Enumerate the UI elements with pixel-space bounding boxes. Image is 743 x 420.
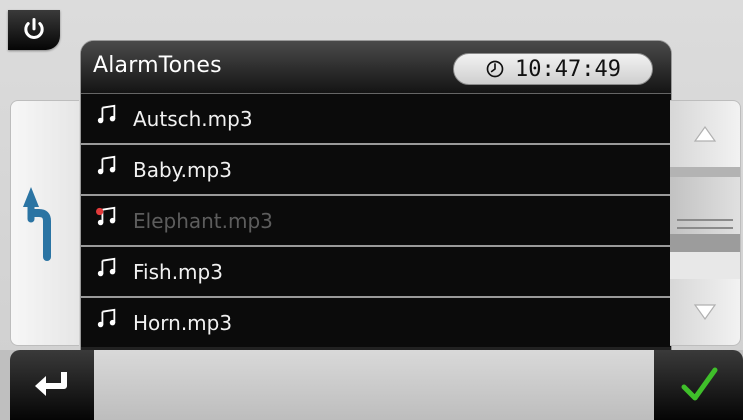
bottom-bar (0, 350, 743, 420)
scroll-up-button[interactable] (670, 101, 740, 167)
music-note-icon (97, 257, 116, 277)
scroll-down-button[interactable] (670, 279, 740, 345)
clock-display: 10:47:49 (453, 53, 653, 85)
page-title: AlarmTones (93, 53, 222, 78)
scrollbar (670, 100, 741, 346)
scroll-grip-icon (677, 219, 733, 229)
triangle-down-icon (693, 304, 717, 321)
scroll-track[interactable] (670, 167, 740, 279)
list-header: AlarmTones 10:47:49 (81, 41, 671, 94)
music-note-icon (97, 155, 116, 175)
enter-button[interactable] (10, 350, 94, 420)
bottom-strip (94, 350, 654, 420)
back-up-arrow-icon[interactable] (21, 181, 69, 261)
list-item-selected[interactable]: Elephant.mp3 (81, 196, 671, 247)
power-icon (24, 17, 44, 39)
list-item[interactable]: Fish.mp3 (81, 247, 671, 298)
alarm-tones-list-frame: AlarmTones 10:47:49 Autsch.mp3 Baby.mp3 … (80, 40, 672, 352)
music-note-selected-icon (96, 206, 116, 226)
tone-list: Autsch.mp3 Baby.mp3 Elephant.mp3 Fish.mp… (81, 94, 671, 351)
tone-name: Horn.mp3 (133, 311, 233, 335)
power-button[interactable] (8, 10, 60, 50)
alarm-tones-screen: AlarmTones 10:47:49 Autsch.mp3 Baby.mp3 … (0, 0, 743, 420)
music-note-icon (97, 104, 116, 124)
list-item[interactable]: Autsch.mp3 (81, 94, 671, 145)
list-item[interactable]: Horn.mp3 (81, 298, 671, 347)
clock-time: 10:47:49 (515, 56, 621, 82)
tone-name: Elephant.mp3 (133, 209, 273, 233)
checkmark-icon (681, 367, 717, 401)
list-item[interactable]: Baby.mp3 (81, 145, 671, 196)
confirm-button[interactable] (654, 350, 743, 420)
left-navigation-panel (10, 100, 79, 346)
tone-name: Baby.mp3 (133, 158, 232, 182)
tone-name: Fish.mp3 (133, 260, 223, 284)
enter-arrow-icon (35, 372, 67, 396)
scroll-thumb[interactable] (670, 167, 740, 252)
music-note-icon (97, 308, 116, 328)
tone-name: Autsch.mp3 (133, 107, 253, 131)
clock-icon (486, 60, 504, 78)
triangle-up-icon (693, 125, 717, 142)
